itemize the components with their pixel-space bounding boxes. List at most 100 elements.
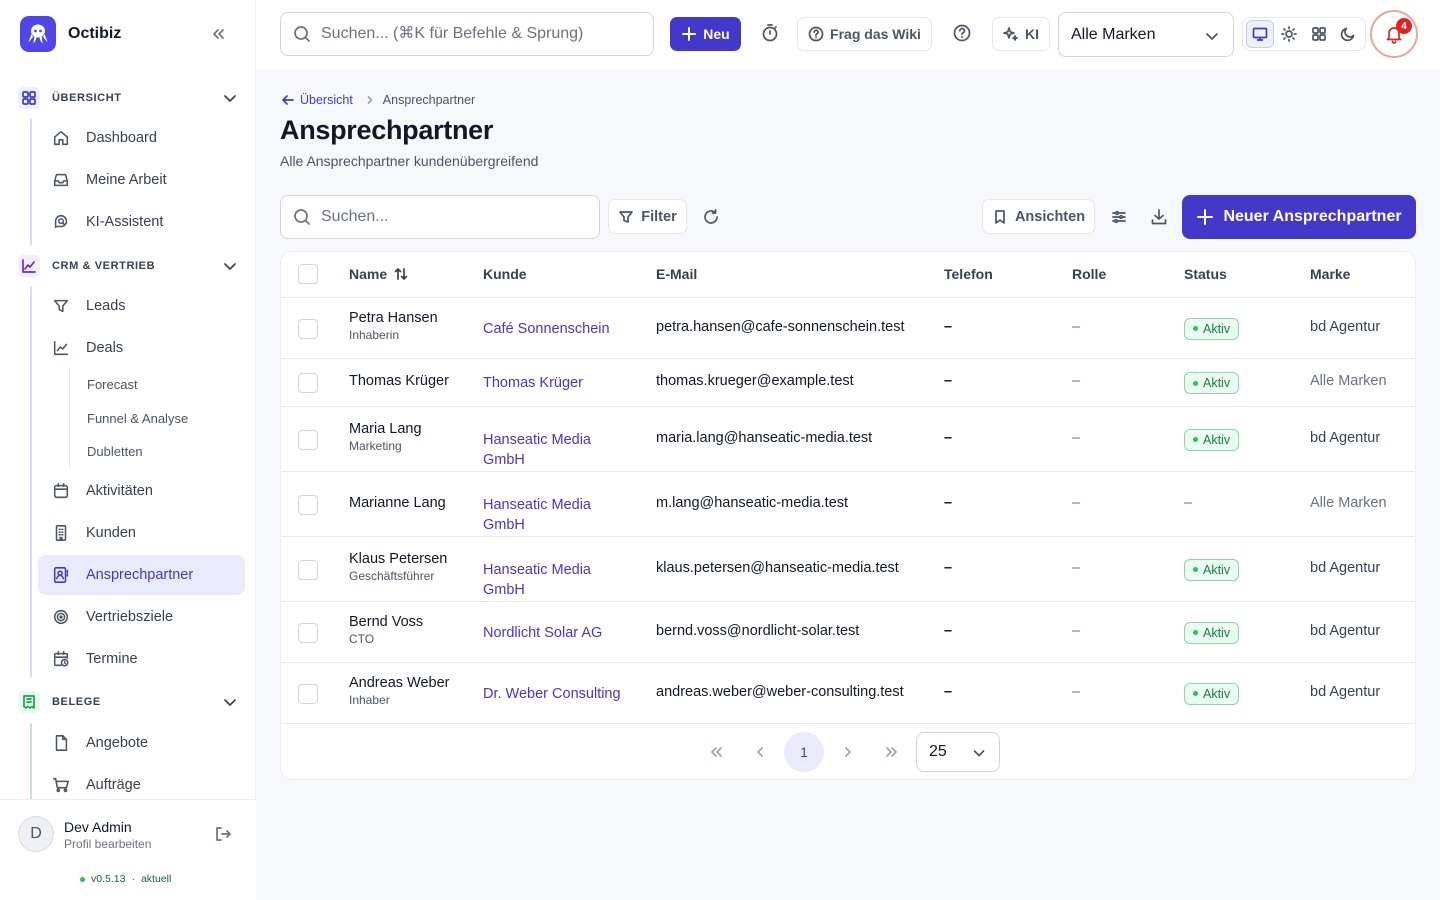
contact-name[interactable]: Klaus Petersen <box>349 551 447 567</box>
sidebar-item-deals[interactable]: Deals <box>38 328 245 368</box>
row-checkbox[interactable] <box>298 494 318 515</box>
table-row[interactable]: Maria Lang Marketing Hanseatic Media GmbH m… <box>281 407 1415 472</box>
sidebar-subitem-funnel-analyse[interactable]: Funnel & Analyse <box>87 409 188 429</box>
edit-profile-link[interactable]: Profil bearbeiten <box>64 837 151 851</box>
global-search-input[interactable] <box>321 25 641 43</box>
sidebar-item-angebote[interactable]: Angebote <box>38 723 245 763</box>
customer-link[interactable]: Thomas Krüger <box>483 373 633 393</box>
row-checkbox[interactable] <box>298 373 318 393</box>
new-contact-button[interactable]: Neuer Ansprechpartner <box>1182 195 1416 239</box>
collapse-sidebar-icon[interactable] <box>208 24 228 44</box>
section-crm-vertrieb[interactable]: CRM & VERTRIEB <box>18 254 242 278</box>
contact-name-cell[interactable]: Thomas Krüger <box>349 373 449 389</box>
nav-scroll-area[interactable]: ÜBERSICHT Dashboard Meine Arbeit KI-Assi… <box>0 72 256 799</box>
contact-name[interactable]: Marianne Lang <box>349 495 446 511</box>
table-row[interactable]: Andreas Weber Inhaber Dr. Weber Consulting… <box>281 663 1415 724</box>
user-name[interactable]: Dev Admin <box>64 819 132 835</box>
notifications-button[interactable]: 4 <box>1370 10 1418 58</box>
refresh-icon[interactable] <box>702 208 720 226</box>
layout-grid-icon[interactable] <box>1305 20 1332 48</box>
contact-name-cell[interactable]: Bernd Voss CTO <box>349 614 423 646</box>
contact-name[interactable]: Bernd Voss <box>349 614 423 630</box>
ask-wiki-button[interactable]: Frag das Wiki <box>797 17 932 51</box>
table-row[interactable]: Petra Hansen Inhaberin Café Sonnenschein pe… <box>281 298 1415 359</box>
email-cell[interactable]: thomas.krueger@example.test <box>656 373 854 389</box>
row-checkbox[interactable] <box>298 318 318 339</box>
sidebar-item-ki-assistent[interactable]: KI-Assistent <box>38 202 245 242</box>
sidebar-item-kunden[interactable]: Kunden <box>38 513 245 553</box>
logout-icon[interactable] <box>214 825 232 843</box>
customer-link[interactable]: Hanseatic Media GmbH <box>483 560 633 600</box>
customer-link[interactable]: Café Sonnenschein <box>483 319 633 339</box>
monitor-icon[interactable] <box>1246 20 1274 48</box>
sidebar-item-dashboard[interactable]: Dashboard <box>38 118 245 158</box>
column-header-rolle[interactable]: Rolle <box>1072 266 1106 282</box>
download-icon[interactable] <box>1150 208 1168 226</box>
sidebar-item-ansprechpartner[interactable]: Ansprechpartner <box>38 555 245 595</box>
customer-link[interactable]: Nordlicht Solar AG <box>483 623 633 643</box>
select-all-checkbox[interactable] <box>298 264 318 284</box>
customer-link[interactable]: Hanseatic Media GmbH <box>483 430 633 470</box>
sidebar-item-meine-arbeit[interactable]: Meine Arbeit <box>38 160 245 200</box>
table-search[interactable] <box>280 195 600 239</box>
new-button[interactable]: Neu <box>670 17 741 51</box>
email-cell[interactable]: petra.hansen@cafe-sonnenschein.test <box>656 319 905 335</box>
chevron-down-icon[interactable] <box>220 692 240 712</box>
email-cell[interactable]: andreas.weber@weber-consulting.test <box>656 684 904 700</box>
table-row[interactable]: Bernd Voss CTO Nordlicht Solar AG bernd.vos… <box>281 602 1415 663</box>
sidebar-item-auftraege[interactable]: Aufträge <box>38 765 245 799</box>
row-checkbox[interactable] <box>298 559 318 580</box>
column-header-marke[interactable]: Marke <box>1310 266 1350 282</box>
contact-name-cell[interactable]: Klaus Petersen Geschäftsführer <box>349 551 447 583</box>
first-page-icon[interactable] <box>700 736 732 768</box>
table-search-input[interactable] <box>321 208 581 226</box>
previous-page-icon[interactable] <box>744 736 776 768</box>
filter-button[interactable]: Filter <box>608 199 687 234</box>
sidebar-item-termine[interactable]: Termine <box>38 639 245 679</box>
global-search[interactable] <box>280 12 654 56</box>
breadcrumb-back-link[interactable]: Übersicht <box>280 92 353 108</box>
column-header-name[interactable]: Name <box>349 266 409 282</box>
help-icon[interactable] <box>952 23 972 43</box>
column-settings-icon[interactable] <box>1110 208 1128 226</box>
row-checkbox[interactable] <box>298 429 318 450</box>
column-header-email[interactable]: E-Mail <box>656 266 697 282</box>
avatar[interactable]: D <box>18 816 54 852</box>
contact-name[interactable]: Maria Lang <box>349 421 422 437</box>
chevron-down-icon[interactable] <box>220 88 240 108</box>
sidebar-item-vertriebsziele[interactable]: Vertriebsziele <box>38 597 245 637</box>
ai-button[interactable]: KI <box>992 17 1050 51</box>
last-page-icon[interactable] <box>876 736 908 768</box>
row-checkbox[interactable] <box>298 622 318 643</box>
contact-name-cell[interactable]: Marianne Lang <box>349 495 446 511</box>
sidebar-subitem-forecast[interactable]: Forecast <box>87 375 138 395</box>
customer-link[interactable]: Dr. Weber Consulting <box>483 684 633 704</box>
table-row[interactable]: Marianne Lang Hanseatic Media GmbH m.lang@… <box>281 472 1415 537</box>
sidebar-subitem-dubletten[interactable]: Dubletten <box>87 442 143 462</box>
email-cell[interactable]: klaus.petersen@hanseatic-media.test <box>656 560 899 576</box>
email-cell[interactable]: m.lang@hanseatic-media.test <box>656 495 848 511</box>
sidebar-item-aktivitaeten[interactable]: Aktivitäten <box>38 471 245 511</box>
column-header-telefon[interactable]: Telefon <box>944 266 993 282</box>
sidebar-item-leads[interactable]: Leads <box>38 286 245 326</box>
column-header-kunde[interactable]: Kunde <box>483 266 527 282</box>
moon-icon[interactable] <box>1335 20 1362 48</box>
contact-name-cell[interactable]: Maria Lang Marketing <box>349 421 422 453</box>
contact-name[interactable]: Andreas Weber <box>349 675 449 691</box>
sun-icon[interactable] <box>1276 20 1303 48</box>
customer-link[interactable]: Hanseatic Media GmbH <box>483 495 633 535</box>
column-header-status[interactable]: Status <box>1184 266 1227 282</box>
table-row[interactable]: Thomas Krüger Thomas Krüger thomas.krueger… <box>281 359 1415 407</box>
section-belege[interactable]: BELEGE <box>18 690 242 714</box>
timer-icon[interactable] <box>760 23 780 43</box>
contact-name-cell[interactable]: Andreas Weber Inhaber <box>349 675 449 707</box>
views-button[interactable]: Ansichten <box>982 199 1095 234</box>
row-checkbox[interactable] <box>298 683 318 704</box>
brand-select[interactable]: Alle Marken <box>1058 12 1234 57</box>
email-cell[interactable]: bernd.voss@nordlicht-solar.test <box>656 623 859 639</box>
contact-name-cell[interactable]: Petra Hansen Inhaberin <box>349 310 438 342</box>
contact-name[interactable]: Thomas Krüger <box>349 373 449 389</box>
current-page-button[interactable]: 1 <box>784 732 824 772</box>
contact-name[interactable]: Petra Hansen <box>349 310 438 326</box>
brand[interactable]: Octibiz <box>20 16 121 52</box>
